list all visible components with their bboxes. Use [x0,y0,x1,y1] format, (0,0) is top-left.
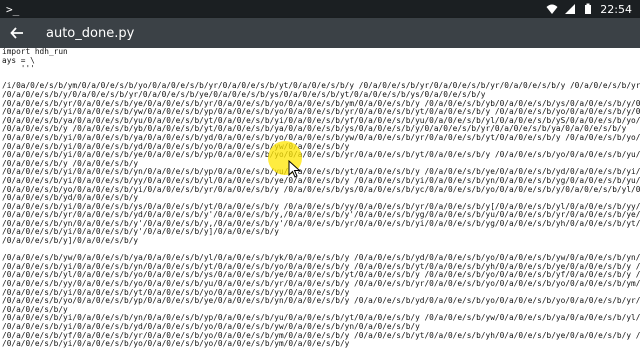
status-bar: >_ 22:54 [0,0,640,18]
code-line: import hdh_run [2,48,68,56]
code-line: /0/a/0/e/s/b/yi/0/a/0/e/s/b/yn/0/a/0/e/s… [2,262,640,271]
wifi-icon [546,3,558,15]
code-line: /0/a/0/e/s/b/yi/0/a/0/e/s/b/ya/0/a/0/e/s… [2,133,640,142]
code-line: /0/a/0/e/s/b/yi/0/a/0/e/s/b/yd/0/a/0/e/s… [2,142,350,151]
battery-icon [582,3,594,15]
code-line: ''' [2,65,35,74]
back-button[interactable] [0,18,34,48]
code-line: /0/a/0/e/s/b/yy/0/a/0/e/s/b/yo/0/a/0/e/s… [2,280,640,289]
code-line: /0/a/0/e/s/b/yd/0/a/0/e/s/b/y [2,194,139,203]
code-line: /0/a/0/e/s/b/yi/0/a/0/e/s/b/yd/0/a/0/e/s… [2,323,420,331]
terminal-icon: >_ [6,2,20,16]
code-line: /0/a/0/e/s/b/yo/0/a/0/e/s/b/yi/0/a/0/e/s… [2,185,640,194]
code-line: /0/a/0/e/s/b/yi/0/a/0/e/s/b/yt/0/a/0/e/s… [2,288,350,297]
code-line: /0/a/0/e/s/b/yf/0/a/0/e/s/b/yr/0/a/0/e/s… [2,331,640,340]
code-line: /0/a/0/e/s/b/yi/0/a/0/e/s/b/ye/0/a/0/e/s… [2,151,640,160]
code-line: /0/a/0/e/s/b/yi/0/a/0/e/s/b/yw/0/a/0/e/s… [2,108,640,117]
code-line: /0/a/0/e/s/b/yl/0/a/0/e/s/b/yo/0/a/0/e/s… [2,271,640,280]
code-editor[interactable]: import hdh_run ays = \ ''' /i/0a/0/e/s/b/y… [0,48,640,360]
code-line: /0/a/0/e/s/b/yw/0/a/0/e/s/b/ya/0/a/0/e/s… [2,254,640,263]
code-line: /0/a/0/e/s/b/yi/0/a/0/e/s/b/yo/0/a/0/e/s… [2,340,350,349]
code-line: /0/a/0/e/s/b/yr/0/a/0/e/s/b/ye/0/a/0/e/s… [2,99,640,108]
code-line: ays = \ [2,56,35,65]
code-line: /0/a/0/e/s/b/y /0/a/0/e/s/b/yb/0/a/0/e/s… [2,125,627,134]
code-line: /0/a/0/e/s/b/yi/0/a/0/e/s/b/y'/0/a/0/e/s… [2,228,279,237]
code-line: /0/a/0/e/s/b/y]/0/a/0/e/s/b/y [2,237,139,246]
status-icons: 22:54 [546,3,640,16]
file-title: auto_done.py [46,25,135,41]
code-line: /0/a/0/e/s/b/yi/0/a/0/e/s/b/yn/0/a/0/e/s… [2,314,640,323]
code-line: /0/a/0/e/s/b/yi/0/a/0/e/s/b/ys/0/a/0/e/s… [2,202,640,211]
code-line: /0/a/0/e/s/b/ya/0/a/0/e/s/b/yu/0/a/0/e/s… [2,116,640,125]
cell-signal-icon [564,3,576,15]
code-line: /0/a/0/e/s/b/y [2,305,68,314]
code-line: /0/a/0/e/s/b/y/0/a/0/e/s/b/yr/0/a/0/e/s/… [2,90,486,99]
code-line: /i/0a/0/e/s/b/ym/0/a/0/e/s/b/yo/0/a/0/e/… [2,82,640,91]
code-line: /0/a/0/e/s/b/yo/0/a/0/e/s/b/yp/0/a/0/e/s… [2,297,640,306]
code-line: /0/a/0/e/s/b/yr/0/a/0/e/s/b/yd/0/a/0/e/s… [2,211,640,220]
app-toolbar: auto_done.py [0,18,640,48]
code-line: /0/a/0/e/s/b/yi/0/a/0/e/s/b/yy/0/a/0/e/s… [2,176,640,185]
code-line: /0/a/0/e/s/b/yi/0/a/0/e/s/b/yn/0/a/0/e/s… [2,168,640,177]
arrow-left-icon [10,27,23,39]
clock: 22:54 [600,2,632,16]
code-line: /0/a/0/e/s/b/y /0/a/0/e/s/b/y [2,159,139,168]
code-line: /0/a/0/e/s/b/yn/0/a/0/e/s/b/y'/0/a/0/e/s… [2,219,640,228]
